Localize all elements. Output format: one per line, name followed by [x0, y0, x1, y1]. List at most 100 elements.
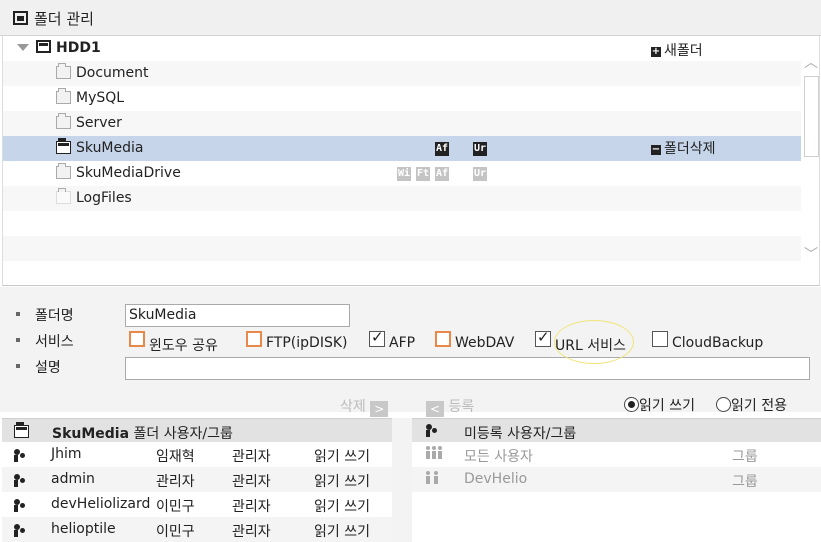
- url-badge-icon: Ur: [473, 142, 488, 156]
- checkbox[interactable]: [435, 331, 451, 347]
- afp-badge-icon: Af: [435, 167, 450, 181]
- user-id: devHeliolizard: [51, 496, 151, 512]
- group-icon: [426, 446, 442, 459]
- unregistered-users-panel: 미등록 사용자/그룹 모든 사용자 그룹 DevHelio 그룹: [412, 418, 821, 542]
- table-row[interactable]: helioptile 이민구 관리자 읽기 쓰기: [2, 517, 392, 542]
- folder-label: Document: [76, 65, 149, 81]
- register-user-button[interactable]: < 등록: [426, 396, 474, 417]
- folder-icon: [56, 63, 71, 79]
- user-icon: [14, 524, 26, 537]
- user-name: 관리자: [156, 474, 195, 490]
- user-name: 이민구: [156, 524, 195, 540]
- folder-tree: HDD1 + 새폴더 Document MySQL Server SkuMedia…: [2, 36, 820, 286]
- scroll-up-icon[interactable]: ︿: [804, 56, 818, 70]
- table-row[interactable]: admin 관리자 관리자 읽기 쓰기: [2, 467, 392, 492]
- folder-users-title: SkuMedia 폴더 사용자/그룹: [52, 426, 233, 442]
- user-icon: [14, 499, 26, 512]
- folder-users-panel: SkuMedia 폴더 사용자/그룹 Jhim 임재혁 관리자 읽기 쓰기 ad…: [2, 418, 392, 542]
- scroll-thumb[interactable]: [804, 76, 819, 157]
- tree-folder-row[interactable]: SkuMediaDrive Wi Ft Af Ur: [3, 161, 801, 186]
- service-label: 서비스: [35, 334, 74, 350]
- group-name: DevHelio: [464, 471, 528, 487]
- folder-label: MySQL: [76, 90, 125, 106]
- user-id: helioptile: [51, 521, 116, 537]
- folder-name-input[interactable]: SkuMedia: [125, 304, 350, 327]
- bullet-icon: [16, 312, 20, 316]
- panel-divider: [392, 418, 412, 542]
- folder-icon: [56, 113, 71, 129]
- table-row[interactable]: devHeliolizard 이민구 관리자 읽기 쓰기: [2, 492, 392, 517]
- group-icon: [426, 471, 442, 484]
- group-type: 그룹: [732, 449, 758, 465]
- tree-scrollbar[interactable]: ︿ ﹀: [801, 36, 819, 285]
- group-type: 그룹: [732, 474, 758, 490]
- group-name: 모든 사용자: [464, 449, 533, 465]
- user-id: admin: [51, 471, 95, 487]
- afp-badge-icon: Af: [435, 142, 450, 156]
- action-row: 삭제 > < 등록 읽기 쓰기 읽기 전용: [0, 394, 821, 418]
- ftp-badge-icon: Ft: [416, 167, 431, 181]
- bullet-icon: [16, 338, 20, 342]
- checkbox[interactable]: [246, 331, 262, 347]
- unregistered-users-title: 미등록 사용자/그룹: [464, 426, 577, 442]
- user-role: 관리자: [232, 449, 271, 465]
- tree-folder-row[interactable]: Server: [3, 111, 801, 136]
- radio-read-write[interactable]: 읽기 쓰기: [624, 395, 695, 415]
- user-permission: 읽기 쓰기: [314, 474, 370, 490]
- folder-icon: [56, 138, 71, 154]
- user-icon: [14, 474, 26, 487]
- scroll-down-icon[interactable]: ﹀: [804, 248, 818, 262]
- checkbox[interactable]: [652, 331, 668, 347]
- url-badge-icon: Ur: [473, 167, 488, 181]
- user-permission: 읽기 쓰기: [314, 499, 370, 515]
- table-row[interactable]: DevHelio 그룹: [412, 467, 821, 492]
- windows-badge-icon: Wi: [397, 167, 412, 181]
- folder-manage-icon: [13, 11, 28, 25]
- radio-dot[interactable]: [716, 397, 731, 412]
- user-permission: 읽기 쓰기: [314, 524, 370, 540]
- tree-folder-row-selected[interactable]: SkuMedia Af Ur − 폴더삭제: [3, 136, 801, 161]
- title-bar: 폴더 관리: [0, 0, 821, 36]
- page-title: 폴더 관리: [34, 10, 94, 28]
- delete-folder-button[interactable]: − 폴더삭제: [651, 138, 716, 158]
- tree-folder-row[interactable]: Document: [3, 61, 801, 86]
- tree-folder-row[interactable]: MySQL: [3, 86, 801, 111]
- user-role: 관리자: [232, 499, 271, 515]
- new-folder-button[interactable]: + 새폴더: [651, 40, 703, 60]
- collapse-caret-icon[interactable]: [17, 44, 29, 51]
- checkbox[interactable]: [535, 328, 551, 347]
- user-name: 임재혁: [156, 449, 195, 465]
- unregistered-users-header: 미등록 사용자/그룹: [412, 418, 821, 442]
- folder-icon: [56, 163, 71, 179]
- folder-icon: [14, 422, 29, 438]
- user-id: Jhim: [51, 446, 82, 462]
- plus-icon: +: [651, 46, 661, 57]
- annotation-ring: [554, 320, 634, 364]
- table-row[interactable]: Jhim 임재혁 관리자 읽기 쓰기: [2, 442, 392, 467]
- tree-root-row[interactable]: HDD1 + 새폴더: [3, 36, 801, 61]
- folder-name-label: 폴더명: [35, 308, 74, 324]
- tree-root-label: HDD1: [56, 40, 101, 56]
- folder-label: SkuMediaDrive: [76, 165, 181, 181]
- tree-empty-row: [3, 211, 801, 236]
- delete-user-button[interactable]: 삭제 >: [340, 396, 389, 417]
- folder-icon: [56, 88, 71, 104]
- tree-empty-row: [3, 236, 801, 261]
- description-input[interactable]: [125, 357, 810, 380]
- tree-folder-row[interactable]: LogFiles: [3, 186, 801, 211]
- table-row[interactable]: 모든 사용자 그룹: [412, 442, 821, 467]
- arrow-right-icon: >: [370, 401, 389, 417]
- user-role: 관리자: [232, 474, 271, 490]
- radio-dot[interactable]: [624, 397, 639, 412]
- user-icon: [14, 449, 26, 462]
- drive-icon: [36, 40, 51, 53]
- arrow-left-icon: <: [426, 401, 444, 417]
- radio-read-only[interactable]: 읽기 전용: [716, 395, 787, 415]
- minus-icon: −: [651, 144, 661, 155]
- bullet-icon: [16, 364, 20, 368]
- user-role: 관리자: [232, 524, 271, 540]
- folder-users-header: SkuMedia 폴더 사용자/그룹: [2, 418, 392, 442]
- users-icon: [426, 424, 438, 437]
- checkbox[interactable]: [369, 328, 385, 347]
- checkbox[interactable]: [129, 331, 145, 347]
